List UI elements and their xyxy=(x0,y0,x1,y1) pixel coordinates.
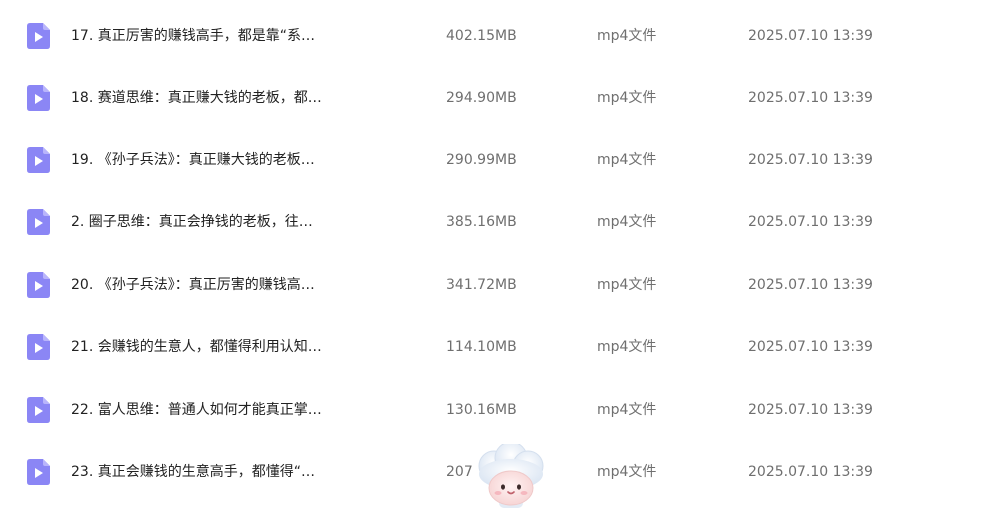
file-size: 294.90MB xyxy=(446,90,517,106)
file-list: 17. 真正厉害的赚钱高手，都是靠“系… 402.15MB mp4文件 2025… xyxy=(0,0,995,510)
file-row[interactable]: 18. 赛道思维：真正赚大钱的老板，都… 294.90MB mp4文件 2025… xyxy=(0,74,995,136)
file-size: 402.15MB xyxy=(446,28,517,44)
file-type: mp4文件 xyxy=(597,214,657,230)
file-size: 207 xyxy=(446,464,473,480)
file-row[interactable]: 20. 《孙子兵法》：真正厉害的赚钱高… 341.72MB mp4文件 2025… xyxy=(0,261,995,323)
file-date: 2025.07.10 13:39 xyxy=(748,214,873,230)
file-date: 2025.07.10 13:39 xyxy=(748,28,873,44)
file-row[interactable]: 21. 会赚钱的生意人，都懂得利用认知… 114.10MB mp4文件 2025… xyxy=(0,323,995,385)
file-name: 22. 富人思维：普通人如何才能真正掌… xyxy=(71,402,322,418)
file-name: 2. 圈子思维：真正会挣钱的老板，往… xyxy=(71,214,313,230)
file-row[interactable]: 19. 《孙子兵法》：真正赚大钱的老板… 290.99MB mp4文件 2025… xyxy=(0,136,995,198)
file-date: 2025.07.10 13:39 xyxy=(748,402,873,418)
video-file-icon xyxy=(27,23,50,49)
video-file-icon xyxy=(27,459,50,485)
video-file-icon xyxy=(27,272,50,298)
file-date: 2025.07.10 13:39 xyxy=(748,464,873,480)
file-row[interactable]: 2. 圈子思维：真正会挣钱的老板，往… 385.16MB mp4文件 2025.… xyxy=(0,198,995,260)
file-type: mp4文件 xyxy=(597,402,657,418)
file-size: 341.72MB xyxy=(446,277,517,293)
file-type: mp4文件 xyxy=(597,90,657,106)
video-file-icon xyxy=(27,334,50,360)
assistant-mascot-icon[interactable] xyxy=(472,441,550,510)
file-date: 2025.07.10 13:39 xyxy=(748,152,873,168)
file-type: mp4文件 xyxy=(597,152,657,168)
video-file-icon xyxy=(27,147,50,173)
file-size: 290.99MB xyxy=(446,152,517,168)
file-name: 19. 《孙子兵法》：真正赚大钱的老板… xyxy=(71,152,315,168)
file-row[interactable]: 22. 富人思维：普通人如何才能真正掌… 130.16MB mp4文件 2025… xyxy=(0,386,995,448)
file-size: 114.10MB xyxy=(446,339,517,355)
file-date: 2025.07.10 13:39 xyxy=(748,277,873,293)
file-name: 20. 《孙子兵法》：真正厉害的赚钱高… xyxy=(71,277,315,293)
file-name: 18. 赛道思维：真正赚大钱的老板，都… xyxy=(71,90,322,106)
file-name: 17. 真正厉害的赚钱高手，都是靠“系… xyxy=(71,28,315,44)
file-date: 2025.07.10 13:39 xyxy=(748,90,873,106)
video-file-icon xyxy=(27,85,50,111)
file-size: 130.16MB xyxy=(446,402,517,418)
video-file-icon xyxy=(27,397,50,423)
file-type: mp4文件 xyxy=(597,277,657,293)
file-name: 21. 会赚钱的生意人，都懂得利用认知… xyxy=(71,339,322,355)
file-name: 23. 真正会赚钱的生意高手，都懂得“… xyxy=(71,464,315,480)
file-type: mp4文件 xyxy=(597,464,657,480)
file-date: 2025.07.10 13:39 xyxy=(748,339,873,355)
file-type: mp4文件 xyxy=(597,28,657,44)
file-row[interactable]: 17. 真正厉害的赚钱高手，都是靠“系… 402.15MB mp4文件 2025… xyxy=(0,12,995,74)
video-file-icon xyxy=(27,209,50,235)
file-type: mp4文件 xyxy=(597,339,657,355)
file-size: 385.16MB xyxy=(446,214,517,230)
